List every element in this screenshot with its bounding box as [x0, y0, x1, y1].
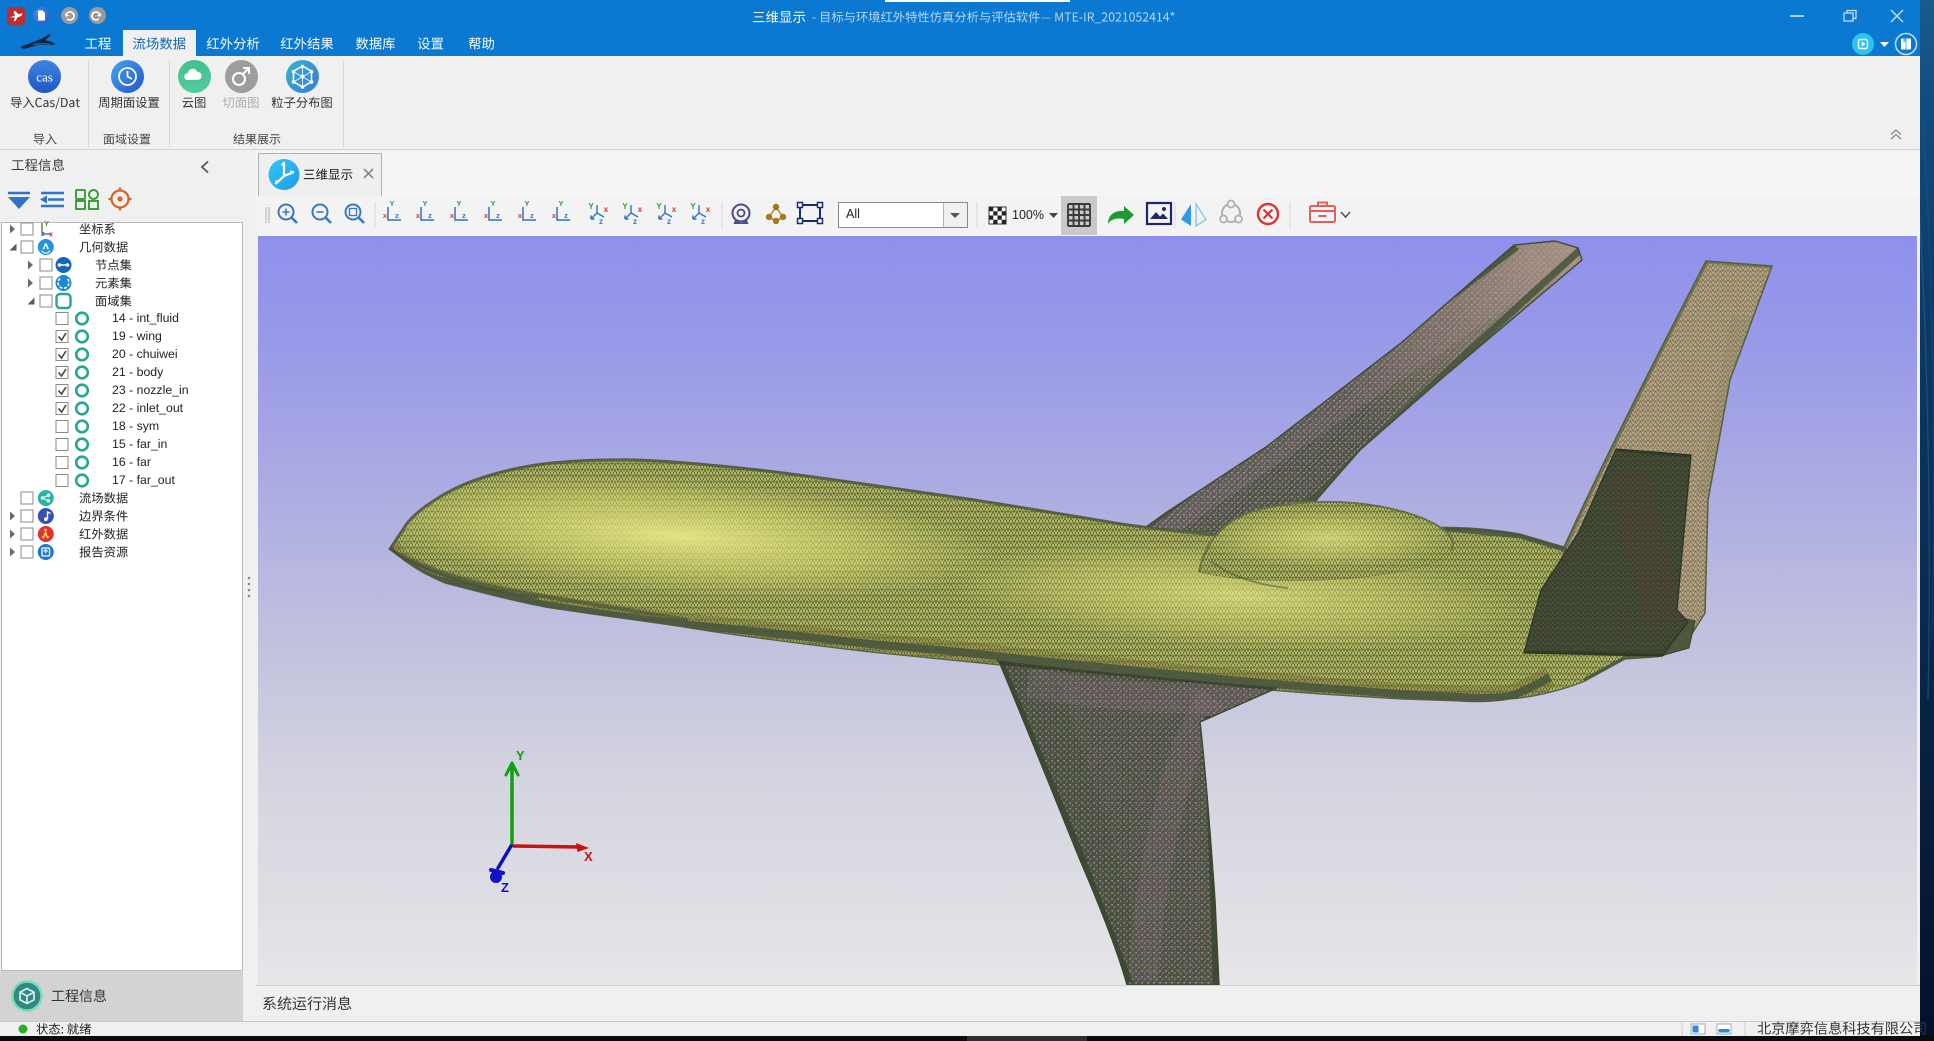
svg-text:z: z: [633, 217, 637, 226]
svg-text:Y: Y: [389, 199, 394, 208]
svg-text:Y: Y: [456, 199, 461, 208]
svg-text:z: z: [41, 229, 45, 238]
svg-text:z: z: [428, 211, 432, 220]
svg-text:Y: Y: [656, 202, 662, 211]
svg-text:x: x: [484, 211, 489, 220]
svg-text:Y: Y: [690, 202, 696, 211]
svg-text:Y: Y: [44, 219, 49, 228]
svg-text:Y: Y: [524, 199, 529, 208]
svg-text:x: x: [604, 205, 609, 214]
svg-text:Y: Y: [422, 199, 427, 208]
svg-text:x: x: [638, 205, 643, 214]
svg-text:z: z: [701, 217, 705, 226]
svg-text:z: z: [599, 217, 603, 226]
svg-text:x: x: [518, 211, 523, 220]
svg-text:cas: cas: [36, 70, 53, 85]
svg-text:z: z: [667, 217, 671, 226]
svg-text:Y: Y: [588, 202, 594, 211]
svg-text:z: z: [462, 211, 466, 220]
svg-text:z: z: [395, 211, 399, 220]
svg-text:Y: Y: [622, 202, 628, 211]
svg-text:x: x: [416, 211, 421, 220]
svg-text:z: z: [530, 211, 534, 220]
svg-text:z: z: [564, 211, 568, 220]
svg-text:x: x: [49, 230, 54, 239]
svg-text:z: z: [496, 211, 500, 220]
svg-text:x: x: [672, 205, 677, 214]
svg-text:Y: Y: [490, 199, 495, 208]
svg-text:x: x: [706, 205, 711, 214]
svg-text:x: x: [383, 211, 388, 220]
svg-text:x: x: [552, 211, 557, 220]
svg-text:Y: Y: [558, 199, 563, 208]
svg-text:x: x: [450, 211, 455, 220]
